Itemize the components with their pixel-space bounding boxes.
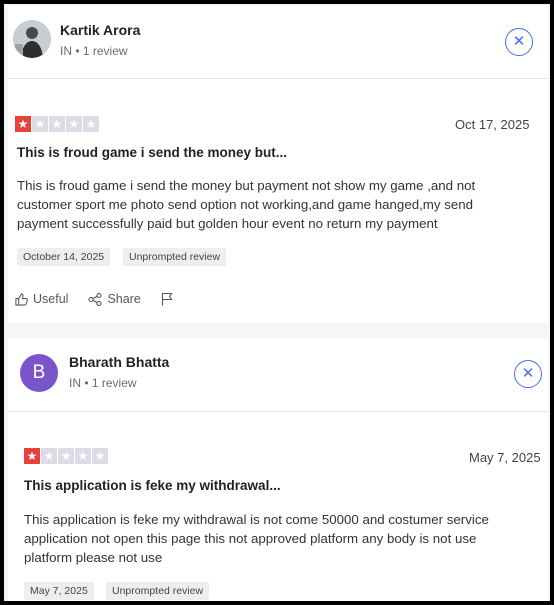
- share-label: Share: [107, 292, 141, 306]
- useful-button[interactable]: Useful: [15, 292, 68, 306]
- star-icon: ★: [66, 116, 82, 132]
- star-icon: ★: [24, 448, 40, 464]
- review-body: This application is feke my withdrawal i…: [24, 510, 489, 567]
- flag-button[interactable]: [161, 292, 173, 306]
- reviews-frame: Kartik Arora IN • 1 review ✕ ★ ★ ★ ★ ★ O…: [4, 4, 550, 601]
- thumbs-up-icon: [15, 292, 28, 306]
- review-body-line: payment successfully paid but golden hou…: [17, 216, 438, 231]
- useful-label: Useful: [33, 292, 69, 306]
- review-date: Oct 17, 2025: [455, 117, 530, 132]
- avatar[interactable]: [13, 20, 51, 58]
- review-body: This is froud game i send the money but …: [17, 176, 475, 233]
- unprompted-review-badge: Unprompted review: [106, 582, 210, 600]
- star-rating: ★ ★ ★ ★ ★: [24, 448, 108, 464]
- reviewer-row: Kartik Arora IN • 1 review ✕: [8, 6, 548, 78]
- review-actions: Useful Share: [15, 292, 173, 306]
- avatar-photo-icon: [13, 20, 51, 58]
- star-icon: ★: [75, 448, 91, 464]
- reviewer-row: B Bharath Bhatta IN • 1 review ✕: [8, 338, 548, 410]
- review-title[interactable]: This application is feke my withdrawal..…: [24, 478, 281, 493]
- star-icon: ★: [49, 116, 65, 132]
- share-button[interactable]: Share: [88, 292, 141, 306]
- reviewer-meta: IN • 1 review: [69, 376, 137, 390]
- review-body-line: This application is feke my withdrawal i…: [24, 512, 489, 527]
- reviewer-name[interactable]: Kartik Arora: [60, 22, 140, 38]
- divider: [8, 411, 548, 412]
- review-body-line: customer sport me photo send option not …: [17, 197, 474, 212]
- reviewer-name[interactable]: Bharath Bhatta: [69, 354, 169, 370]
- review-title[interactable]: This is froud game i send the money but.…: [17, 145, 287, 160]
- star-icon: ★: [58, 448, 74, 464]
- avatar[interactable]: B: [20, 354, 58, 392]
- experience-date-badge: May 7, 2025: [24, 582, 94, 600]
- unprompted-review-badge: Unprompted review: [123, 248, 227, 266]
- experience-date-badge: October 14, 2025: [17, 248, 111, 266]
- reviewer-meta: IN • 1 review: [60, 44, 128, 58]
- flag-icon: [161, 292, 173, 306]
- star-icon: ★: [15, 116, 31, 132]
- review-card: B Bharath Bhatta IN • 1 review ✕ ★ ★ ★ ★…: [8, 338, 548, 601]
- review-body-line: application not open this page this not …: [24, 531, 477, 546]
- share-icon: [88, 292, 102, 306]
- star-rating: ★ ★ ★ ★ ★: [15, 116, 99, 132]
- star-icon: ★: [32, 116, 48, 132]
- close-icon[interactable]: ✕: [505, 28, 533, 56]
- star-icon: ★: [41, 448, 57, 464]
- review-card: Kartik Arora IN • 1 review ✕ ★ ★ ★ ★ ★ O…: [8, 6, 548, 322]
- star-icon: ★: [92, 448, 108, 464]
- review-date: May 7, 2025: [469, 450, 541, 465]
- star-icon: ★: [83, 116, 99, 132]
- review-body-line: This is froud game i send the money but …: [17, 178, 476, 193]
- divider: [8, 78, 548, 79]
- review-body-line: platform please not use: [24, 550, 163, 565]
- close-icon[interactable]: ✕: [514, 360, 542, 388]
